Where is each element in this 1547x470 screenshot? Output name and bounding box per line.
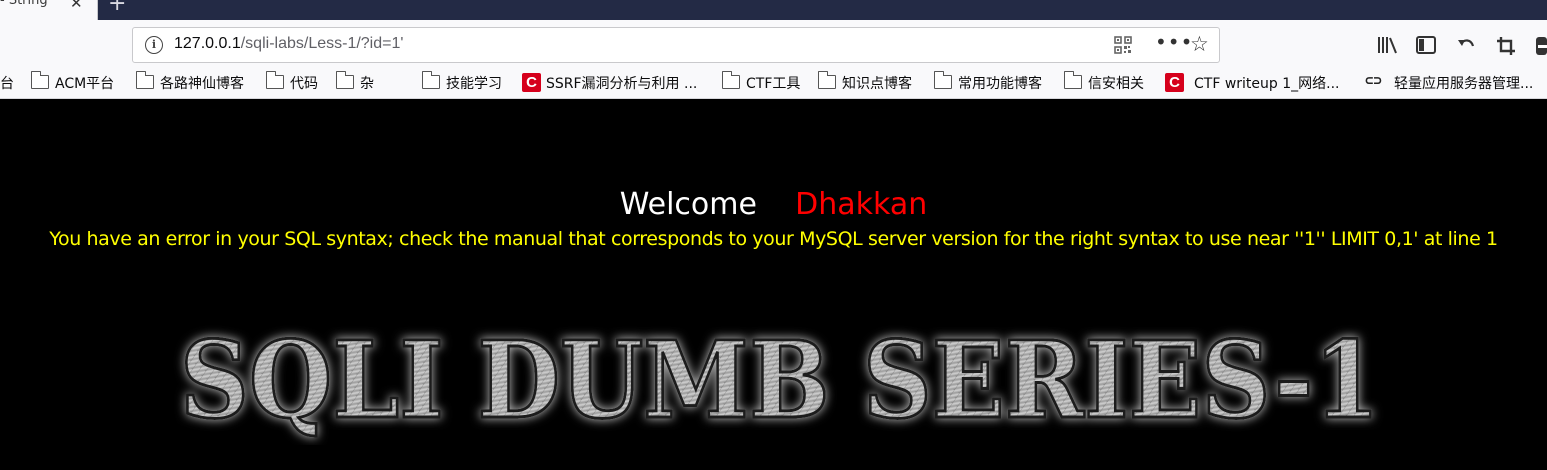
sql-error-message: You have an error in your SQL syntax; ch… (49, 228, 1498, 250)
folder-icon (265, 71, 284, 89)
folder-icon (135, 71, 154, 89)
navigation-bar: i 127.0.0.1/sqli-labs/Less-1/?id=1' ••• … (0, 20, 1547, 66)
bookmark-label: 各路神仙博客 (160, 76, 244, 92)
info-icon[interactable]: i (145, 36, 163, 54)
bookmark-label: ACM平台 (55, 76, 115, 92)
new-tab-icon[interactable]: + (108, 0, 126, 16)
address-bar[interactable]: i 127.0.0.1/sqli-labs/Less-1/?id=1' ••• … (132, 27, 1220, 63)
bookmark-label: CTF writeup 1_网络... (1194, 76, 1340, 92)
banner-text: SQLI DUMB SERIES-1 (180, 325, 1380, 442)
library-icon[interactable] (1377, 36, 1399, 54)
folder-icon (30, 71, 49, 89)
bookmark-label: 知识点博客 (842, 76, 912, 92)
sidebar-icon[interactable] (1416, 36, 1436, 54)
bookmark-label: 常用功能博客 (958, 76, 1042, 92)
bookmark-label: 技能学习 (446, 76, 502, 92)
undo-icon[interactable] (1456, 36, 1476, 54)
screenshot-crop-icon[interactable] (1496, 36, 1516, 56)
page-content: Welcome Dhakkan You have an error in you… (0, 99, 1547, 470)
url-host: 127.0.0.1 (174, 35, 241, 52)
bookmark-label: 信安相关 (1088, 76, 1144, 92)
bookmark-star-icon[interactable]: ☆ (1190, 32, 1209, 56)
tab-strip: - String ✕ + (0, 0, 1547, 20)
link-icon: ⊂⊃ (1365, 73, 1382, 89)
bookmark-label: 杂 (360, 76, 374, 92)
sqli-dumb-series-banner: SQLI DUMB SERIES-1 (179, 325, 1382, 444)
folder-icon (721, 71, 740, 89)
csdn-icon: C (522, 73, 541, 92)
url-text[interactable]: 127.0.0.1/sqli-labs/Less-1/?id=1' (174, 35, 403, 53)
csdn-icon: C (1165, 73, 1184, 92)
bookmark-label: 轻量应用服务器管理... (1394, 76, 1534, 92)
extension-icon[interactable] (1535, 36, 1547, 56)
more-actions-icon[interactable]: ••• (1155, 30, 1193, 54)
welcome-text: Welcome (619, 187, 757, 222)
bookmark-label: 台 (0, 76, 14, 92)
bookmark-label: CTF工具 (746, 76, 801, 92)
bookmarks-toolbar: 台 ACM平台 各路神仙博客 代码 杂 技能学习 C SSRF漏洞分析与利用 .… (0, 66, 1547, 99)
welcome-name: Dhakkan (795, 187, 928, 222)
welcome-heading: Welcome Dhakkan (0, 187, 1547, 222)
folder-icon (1063, 71, 1082, 89)
qr-code-icon[interactable] (1114, 36, 1132, 54)
folder-icon (421, 71, 440, 89)
bookmark-label: SSRF漏洞分析与利用 ... (546, 76, 698, 92)
tab-title: - String (0, 0, 48, 8)
url-path: /sqli-labs/Less-1/?id=1' (240, 35, 404, 52)
folder-icon (335, 71, 354, 89)
browser-tab[interactable]: - String ✕ (0, 0, 98, 20)
folder-icon (933, 71, 952, 89)
close-icon[interactable]: ✕ (70, 0, 83, 12)
folder-icon (817, 71, 836, 89)
bookmark-label: 代码 (290, 76, 318, 92)
